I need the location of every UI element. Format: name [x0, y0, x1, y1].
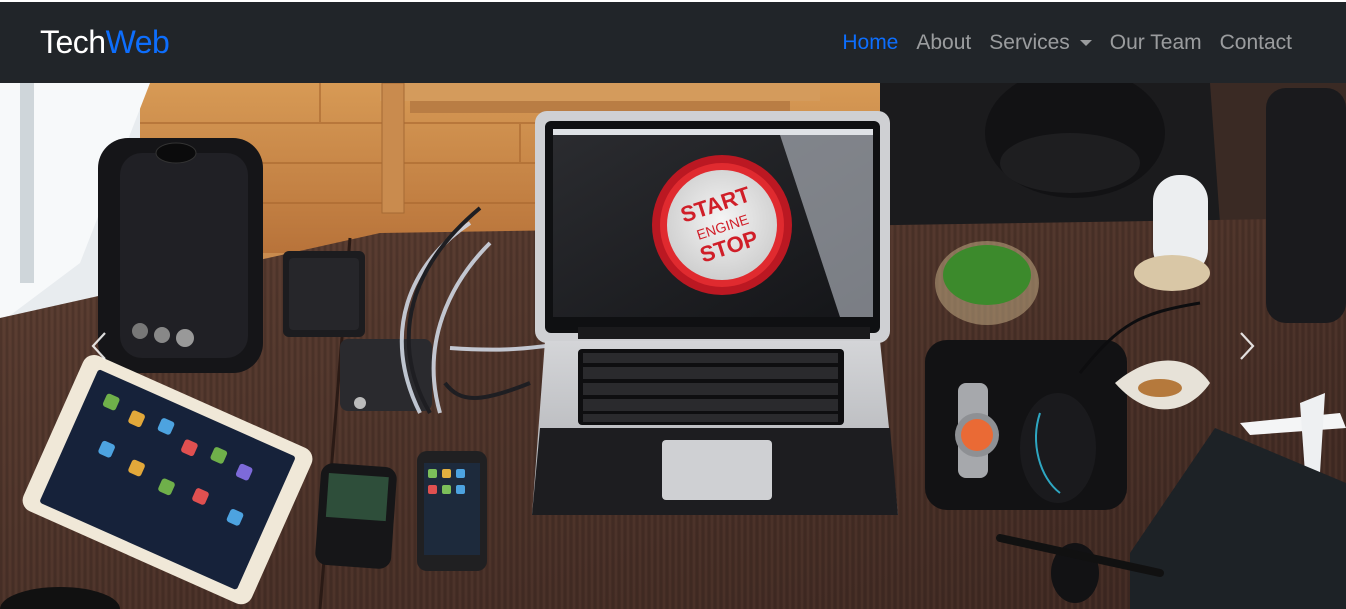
hero-carousel: START ENGINE STOP	[0, 83, 1346, 609]
nav-contact[interactable]: Contact	[1211, 31, 1301, 55]
carousel-next-button[interactable]	[1146, 83, 1346, 609]
navbar: Tech Web Home About Services Our Team Con…	[0, 2, 1346, 83]
chevron-left-icon	[91, 332, 106, 360]
carousel-prev-button[interactable]	[0, 83, 200, 609]
desk-photo: START ENGINE STOP	[0, 83, 1346, 609]
brand-part-2: Web	[105, 24, 170, 60]
nav-our-team[interactable]: Our Team	[1101, 31, 1211, 55]
nav-services-dropdown[interactable]: Services	[980, 31, 1101, 55]
nav-home[interactable]: Home	[833, 31, 907, 55]
carousel-slide: START ENGINE STOP	[0, 83, 1346, 609]
nav-services-label: Services	[989, 30, 1070, 54]
brand-part-1: Tech	[40, 24, 106, 60]
nav-about[interactable]: About	[907, 31, 980, 55]
chevron-right-icon	[1240, 332, 1255, 360]
brand-logo[interactable]: Tech Web	[40, 24, 170, 61]
nav-menu: Home About Services Our Team Contact	[833, 31, 1301, 55]
caret-down-icon	[1079, 39, 1092, 46]
